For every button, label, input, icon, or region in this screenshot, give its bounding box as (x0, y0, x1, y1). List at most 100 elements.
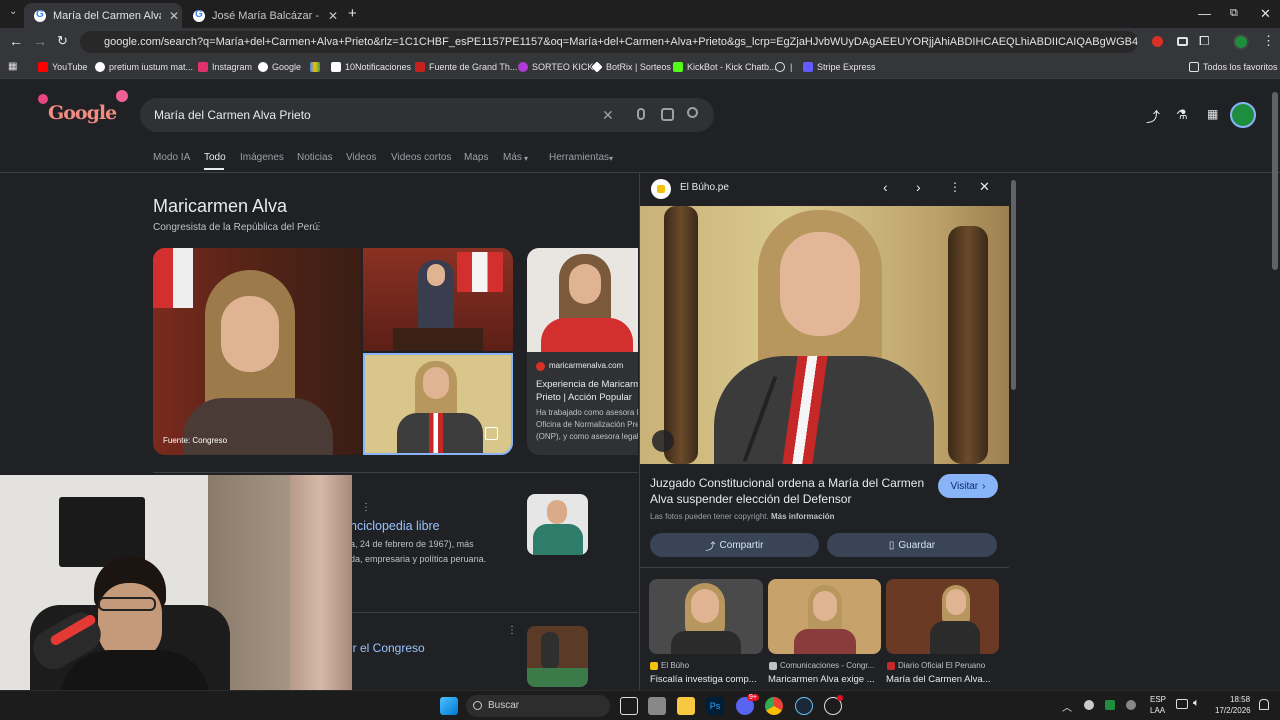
search-submit-icon[interactable] (687, 107, 698, 118)
lens-overlay-icon[interactable] (652, 430, 674, 452)
task-view-icon[interactable] (620, 697, 638, 715)
photoshop-icon[interactable]: Ps (706, 697, 724, 715)
related-title[interactable]: María del Carmen Alva... (886, 674, 991, 685)
profile-avatar[interactable] (1233, 34, 1249, 50)
close-window-icon[interactable]: ✕ (1260, 6, 1271, 22)
bookmark-instagram[interactable]: Instagram (198, 62, 252, 72)
all-favorites[interactable]: Todos los favoritos (1189, 62, 1278, 72)
windows-start-icon[interactable] (440, 697, 458, 715)
clock-date[interactable]: 17/2/2026 (1215, 706, 1251, 715)
more-info-link[interactable]: Más información (771, 512, 835, 521)
tab-maria-alva[interactable]: María del Carmen Alva Prieto ✕ (24, 3, 182, 28)
bookmark-youtube[interactable]: YouTube (38, 62, 87, 72)
page-scrollbar[interactable] (1272, 92, 1278, 270)
app-icon[interactable] (648, 697, 666, 715)
network-icon[interactable] (1176, 699, 1188, 709)
close-panel-icon[interactable]: ✕ (979, 179, 990, 195)
related-image[interactable] (886, 579, 999, 654)
tab-todo[interactable]: Todo (204, 152, 226, 163)
steam-icon[interactable] (795, 697, 813, 715)
extension-red-icon[interactable] (1152, 36, 1163, 47)
save-button[interactable]: ▯ Guardar (827, 533, 997, 557)
result-more-icon[interactable]: ⋮ (361, 502, 371, 513)
card-title[interactable]: Experiencia de Maricarmen Alva Prieto | … (536, 378, 638, 404)
search-input[interactable]: María del Carmen Alva Prieto ✕ (140, 98, 714, 132)
tab-herramientas[interactable]: Herramientas (549, 152, 609, 163)
account-avatar[interactable] (1230, 102, 1256, 128)
reload-icon[interactable]: ↻ (57, 33, 68, 49)
menu-dots-icon[interactable]: ⋮ (1262, 33, 1275, 49)
back-icon[interactable]: ← (9, 33, 23, 49)
related-title[interactable]: Maricarmen Alva exige ... (768, 674, 875, 685)
visit-button[interactable]: Visitar › (938, 474, 998, 498)
result-title-wikipedia[interactable]: nciclopedia libre (350, 519, 440, 533)
forward-icon[interactable]: → (33, 33, 47, 49)
tab-close-icon[interactable]: ✕ (169, 9, 179, 23)
share-icon[interactable]: ⤴ (1146, 107, 1160, 127)
bookmark-pretium[interactable]: pretium iustum mat... (95, 62, 193, 72)
related-image[interactable] (768, 579, 881, 654)
result-more-icon[interactable]: ⋮ (507, 625, 517, 636)
tray-icon[interactable] (1126, 700, 1136, 710)
google-doodle-logo[interactable]: Google (38, 88, 130, 132)
bookmark-kickbot[interactable]: KickBot - Kick Chatb... (673, 62, 777, 72)
bookmark-sorteo-kick[interactable]: SORTEO KICK (518, 62, 593, 72)
lens-search-icon[interactable] (661, 108, 674, 121)
next-image-icon[interactable]: › (916, 179, 921, 195)
labs-flask-icon[interactable]: ⚗ (1176, 107, 1188, 123)
lang-bottom[interactable]: LAA (1150, 706, 1165, 715)
puzzle-icon[interactable]: ⧠ (1199, 33, 1209, 49)
notifications-icon[interactable] (1259, 699, 1269, 710)
google-apps-icon[interactable]: ▦ (1207, 107, 1218, 121)
result-thumbnail[interactable] (527, 626, 588, 687)
bookmark-google[interactable]: Google (258, 62, 301, 72)
panel-scrollbar[interactable] (1011, 180, 1016, 390)
tab-mas[interactable]: Más (503, 152, 522, 163)
tab-imagenes[interactable]: Imágenes (240, 152, 284, 163)
tab-jose-maria[interactable]: José María Balcázar - Buscar co ✕ (183, 3, 341, 28)
main-portrait-photo[interactable]: Fuente: Congreso (153, 248, 361, 455)
maricarmen-site-card[interactable]: maricarmenalva.com Experiencia de Marica… (527, 248, 638, 455)
minimize-icon[interactable]: — (1198, 6, 1211, 21)
tray-chevron-icon[interactable]: ︿ (1062, 699, 1072, 714)
bookmark-botrix[interactable]: BotRix | Sorteos (591, 61, 671, 73)
tab-modo-ia[interactable]: Modo IA (153, 152, 190, 163)
tab-videos-cortos[interactable]: Videos cortos (391, 152, 451, 163)
tray-icon[interactable] (1084, 700, 1094, 710)
selected-thumbnail-photo[interactable] (363, 353, 513, 455)
tab-noticias[interactable]: Noticias (297, 152, 333, 163)
chrome-icon[interactable] (765, 697, 783, 715)
share-button[interactable]: ⤴ Compartir (650, 533, 819, 557)
new-tab-button[interactable]: + (348, 5, 357, 22)
tab-videos[interactable]: Videos (346, 152, 376, 163)
lang-top[interactable]: ESP (1150, 695, 1166, 704)
expand-image-icon[interactable] (485, 427, 498, 440)
restore-icon[interactable]: ⧉ (1230, 7, 1238, 20)
related-title[interactable]: Fiscalía investiga comp... (650, 674, 757, 685)
bookmark-stripe[interactable]: Stripe Express (803, 62, 876, 72)
preview-image[interactable] (640, 206, 1009, 464)
address-bar[interactable]: google.com/search?q=María+del+Carmen+Alv… (80, 31, 1138, 53)
whatsapp-icon[interactable] (775, 62, 785, 72)
result-thumbnail[interactable] (527, 494, 588, 555)
tab-close-icon[interactable]: ✕ (328, 9, 338, 23)
panel-more-icon[interactable]: ⋮ (949, 180, 961, 194)
volume-icon[interactable]: 🔈︎ (1193, 697, 1200, 710)
podium-photo[interactable] (363, 248, 513, 351)
prev-image-icon[interactable]: ‹ (883, 179, 888, 195)
bookmark-10notificaciones[interactable]: 10Notificaciones (331, 62, 411, 72)
taskbar-search[interactable]: Buscar (466, 695, 610, 717)
more-options-icon[interactable]: ⋮ (314, 221, 324, 232)
bookmark-fuente[interactable]: Fuente de Grand Th... (415, 62, 517, 72)
panel-headline[interactable]: Juzgado Constitucional ordena a María de… (650, 475, 932, 507)
related-image[interactable] (649, 579, 763, 654)
tab-maps[interactable]: Maps (464, 152, 488, 163)
tab-search-icon[interactable]: ⌄ (9, 6, 17, 17)
bookmark-colorful-icon[interactable] (310, 62, 320, 72)
clock-time[interactable]: 18:58 (1230, 695, 1250, 704)
clear-search-icon[interactable]: ✕ (602, 98, 614, 132)
tray-icon[interactable] (1105, 700, 1115, 710)
panel-source[interactable]: El Búho.pe (680, 182, 729, 193)
extension-icon[interactable] (1177, 37, 1188, 46)
result-title-congreso[interactable]: ir el Congreso (350, 641, 425, 655)
